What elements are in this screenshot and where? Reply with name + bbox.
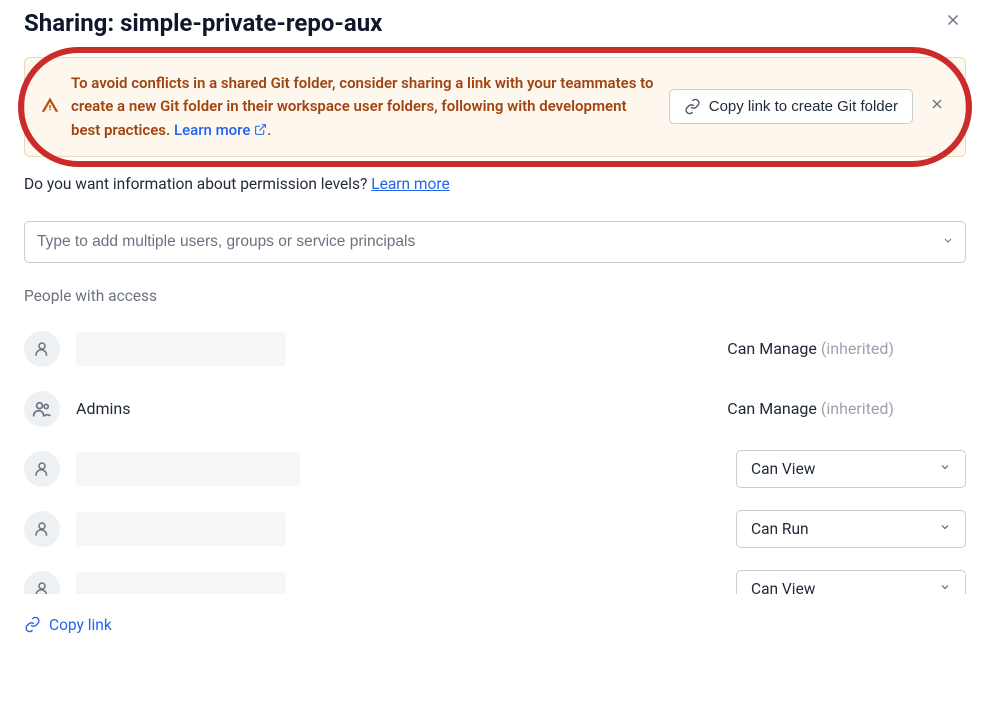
chevron-down-icon: [939, 581, 951, 594]
access-row: Can Run: [24, 499, 966, 559]
group-icon: [24, 391, 60, 427]
user-icon: [24, 511, 60, 547]
dialog-header: Sharing: simple-private-repo-aux: [24, 0, 966, 57]
row-left: [24, 571, 736, 594]
access-list: Can Manage (inherited) Admins Can Manage (…: [24, 319, 966, 594]
permission-static: Can Manage (inherited): [727, 399, 966, 418]
warning-icon: [41, 96, 59, 118]
permission-select[interactable]: Can Run: [736, 510, 966, 548]
dialog-close-button[interactable]: [940, 6, 966, 39]
row-left: [24, 331, 727, 367]
close-icon: [944, 11, 962, 29]
link-icon: [24, 616, 41, 633]
permission-static: Can Manage (inherited): [727, 339, 966, 358]
dialog-footer: Copy link: [24, 604, 966, 638]
dialog-title: Sharing: simple-private-repo-aux: [24, 9, 382, 37]
banner-message: To avoid conflicts in a shared Git folde…: [71, 74, 653, 139]
permission-value: Can View: [751, 460, 815, 478]
redacted-name: [76, 452, 300, 486]
access-row: Admins Can Manage (inherited): [24, 379, 966, 439]
row-left: Admins: [24, 391, 727, 427]
chevron-down-icon: [939, 521, 951, 536]
redacted-name: [76, 512, 286, 546]
copy-git-link-button[interactable]: Copy link to create Git folder: [669, 89, 913, 124]
close-icon: [929, 96, 945, 112]
access-row: Can Manage (inherited): [24, 319, 966, 379]
user-icon: [24, 451, 60, 487]
redacted-name: [76, 572, 286, 594]
people-with-access-label: People with access: [24, 287, 966, 305]
banner-text: To avoid conflicts in a shared Git folde…: [71, 72, 657, 142]
chevron-down-icon: [942, 234, 954, 249]
add-principal-input[interactable]: [24, 221, 966, 263]
banner-highlight: To avoid conflicts in a shared Git folde…: [24, 57, 966, 157]
banner-close-button[interactable]: [925, 94, 949, 119]
banner-learn-more-link[interactable]: Learn more: [174, 121, 267, 139]
add-principal-field[interactable]: [24, 221, 966, 263]
permission-select[interactable]: Can View: [736, 450, 966, 488]
access-row: Can View: [24, 559, 966, 594]
access-row: Can View: [24, 439, 966, 499]
permission-select[interactable]: Can View: [736, 570, 966, 594]
redacted-name: [76, 332, 286, 366]
git-share-banner: To avoid conflicts in a shared Git folde…: [24, 57, 966, 157]
permission-value: Can Run: [751, 520, 809, 538]
external-link-icon: [254, 123, 267, 136]
permissions-info: Do you want information about permission…: [24, 175, 966, 193]
chevron-down-icon: [939, 461, 951, 476]
principal-name: Admins: [76, 399, 130, 418]
permissions-learn-more-link[interactable]: Learn more: [371, 175, 449, 193]
row-left: [24, 511, 736, 547]
link-icon: [684, 98, 701, 115]
user-icon: [24, 571, 60, 594]
user-icon: [24, 331, 60, 367]
permission-value: Can View: [751, 580, 815, 594]
copy-link-button[interactable]: Copy link: [24, 616, 112, 634]
row-left: [24, 451, 736, 487]
